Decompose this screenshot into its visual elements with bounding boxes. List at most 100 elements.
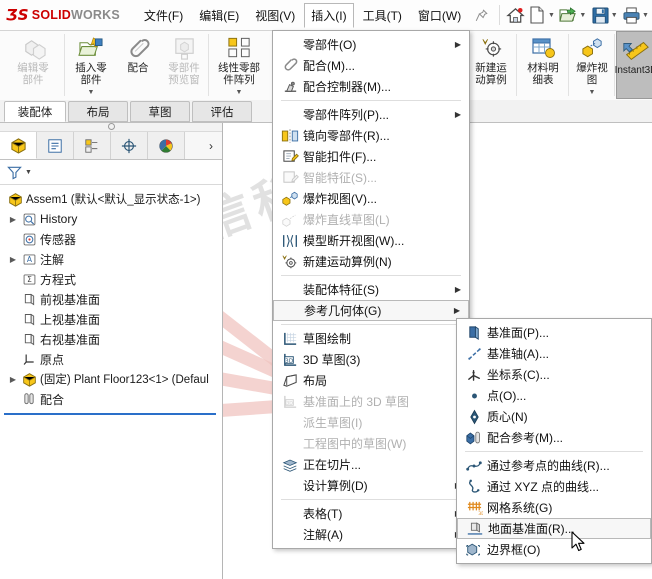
mate-icon <box>277 57 303 74</box>
tree-rollback-bar[interactable] <box>4 413 216 415</box>
menu-item-component-pattern[interactable]: 零部件阵列(P)... ▶ <box>273 104 469 125</box>
ribbon-new-motion-study-button[interactable]: 新建运 动算例 <box>466 30 516 100</box>
submenu-item-ground-plane[interactable]: 地面基准面(R)... <box>457 518 651 539</box>
menu-item-model-break-view[interactable]: 模型断开视图(W)... <box>273 230 469 251</box>
print-caret-icon[interactable]: ▼ <box>642 12 649 19</box>
tab-evaluate[interactable]: 评估 <box>192 101 252 122</box>
panel-tab-feature-tree[interactable] <box>0 132 37 159</box>
tree-item-plant-floor-component[interactable]: ▶ (固定) Plant Floor123<1> (Defaul <box>0 369 222 389</box>
ribbon-linear-pattern-button[interactable]: 线性零部 件阵列 ▼ <box>210 30 268 100</box>
ribbon-bill-of-materials-button[interactable]: 材料明 细表 <box>518 30 568 100</box>
panel-tab-configuration[interactable] <box>74 132 111 159</box>
tree-item-history-label: History <box>40 212 78 226</box>
submenu-item-point[interactable]: 点(O)... <box>457 385 651 406</box>
feature-tree: Assem1 (默认<默认_显示状态-1>) ▶ History 传感器 ▶ A… <box>0 185 222 415</box>
submenu-item-mate-reference[interactable]: 配合参考(M)... <box>457 427 651 448</box>
grid-system-icon: 3D <box>461 500 487 516</box>
submenu-item-center-of-mass[interactable]: 质心(N) <box>457 406 651 427</box>
ribbon-instant3d-button[interactable]: Instant3D <box>615 31 652 99</box>
menu-file[interactable]: 文件(F) <box>137 3 190 28</box>
tab-assembly[interactable]: 装配体 <box>4 101 66 122</box>
tree-item-front-plane[interactable]: 前视基准面 <box>0 289 222 309</box>
explode-line-icon <box>277 212 303 228</box>
ribbon-component-preview-button[interactable]: 零部件 预览窗 <box>160 30 208 100</box>
pin-icon[interactable] <box>469 8 494 22</box>
edit-component-icon <box>20 34 47 62</box>
menu-item-new-motion-study-label: 新建运动算例(N) <box>303 255 392 269</box>
panel-splitter-handle[interactable] <box>0 122 222 132</box>
new-document-caret-icon[interactable]: ▼ <box>548 12 555 19</box>
submenu-item-bounding-box[interactable]: 边界框(O) <box>457 539 651 560</box>
panel-tab-property-manager[interactable] <box>37 132 74 159</box>
menu-item-mirror-components-label: 镜向零部件(R)... <box>303 129 390 143</box>
exploded-view-dropdown-icon[interactable]: ▼ <box>589 87 596 99</box>
ribbon-exploded-view-button[interactable]: 爆炸视 图 ▼ <box>570 30 614 100</box>
menu-tools[interactable]: 工具(T) <box>356 3 409 28</box>
tab-layout[interactable]: 布局 <box>68 101 128 122</box>
menu-insert[interactable]: 插入(I) <box>304 2 354 28</box>
ribbon-mate-button[interactable]: 配合 <box>118 30 158 100</box>
menu-item-slicing[interactable]: 正在切片... <box>273 454 469 475</box>
linear-pattern-dropdown-icon[interactable]: ▼ <box>236 87 243 99</box>
tree-item-history[interactable]: ▶ History <box>0 209 222 229</box>
menu-item-mate[interactable]: 配合(M)... <box>273 55 469 76</box>
panel-tab-appearances[interactable] <box>148 132 185 159</box>
expand-arrow-icon[interactable]: ▶ <box>6 255 20 264</box>
new-document-icon[interactable] <box>527 4 548 26</box>
tree-item-sensors-label: 传感器 <box>40 232 77 247</box>
submenu-item-datum-plane[interactable]: 基准面(P)... <box>457 322 651 343</box>
insert-dropdown-menu: 零部件(O) ▶ 配合(M)... 配合控制器(M)... 零部件阵列(P)..… <box>272 30 470 549</box>
submenu-item-curve-through-xyz-points[interactable]: 通过 XYZ 点的曲线... <box>457 476 651 497</box>
menu-view[interactable]: 视图(V) <box>248 3 302 28</box>
menu-item-tables[interactable]: 表格(T) ▶ <box>273 503 469 524</box>
menu-item-annotations[interactable]: 注解(A) ▶ <box>273 524 469 545</box>
tree-item-mates-folder[interactable]: 配合 <box>0 389 222 409</box>
menu-item-3d-sketch[interactable]: 3D 3D 草图(3) <box>273 349 469 370</box>
feature-tree-filter-bar[interactable]: ▼ <box>0 160 222 185</box>
tree-item-equations[interactable]: Σ 方程式 <box>0 269 222 289</box>
menu-item-design-study[interactable]: 设计算例(D) ▶ <box>273 475 469 496</box>
menu-item-derived-sketch-label: 派生草图(I) <box>303 416 363 430</box>
menu-item-component[interactable]: 零部件(O) ▶ <box>273 34 469 55</box>
menu-item-sketch[interactable]: 草图绘制 <box>273 328 469 349</box>
tree-item-origin[interactable]: 原点 <box>0 349 222 369</box>
expand-arrow-icon[interactable]: ▶ <box>6 215 20 224</box>
menu-item-layout[interactable]: 布局 <box>273 370 469 391</box>
tree-item-top-plane-label: 上视基准面 <box>40 312 101 327</box>
menu-item-assembly-feature[interactable]: 装配体特征(S) ▶ <box>273 279 469 300</box>
panel-tab-dimxpert[interactable] <box>111 132 148 159</box>
tree-item-sensors[interactable]: 传感器 <box>0 229 222 249</box>
submenu-item-coordinate-system[interactable]: 坐标系(C)... <box>457 364 651 385</box>
insert-component-dropdown-icon[interactable]: ▼ <box>88 87 95 99</box>
tree-item-right-plane[interactable]: 右视基准面 <box>0 329 222 349</box>
submenu-item-datum-axis[interactable]: 基准轴(A)... <box>457 343 651 364</box>
submenu-item-curve-through-reference-points[interactable]: 通过参考点的曲线(R)... <box>457 455 651 476</box>
ribbon-insert-component-button[interactable]: 插入零 部件 ▼ <box>66 30 116 100</box>
open-folder-icon[interactable] <box>558 4 579 26</box>
menu-window[interactable]: 窗口(W) <box>411 3 468 28</box>
tab-evaluate-label: 评估 <box>210 106 234 119</box>
print-icon[interactable] <box>621 4 642 26</box>
tree-item-annotations[interactable]: ▶ A 注解 <box>0 249 222 269</box>
open-folder-caret-icon[interactable]: ▼ <box>579 12 586 19</box>
expand-arrow-icon[interactable]: ▶ <box>6 375 20 384</box>
home-icon[interactable] <box>505 4 526 26</box>
menu-item-exploded-view[interactable]: 爆炸视图(V)... <box>273 188 469 209</box>
submenu-item-grid-system[interactable]: 3D 网格系统(G) <box>457 497 651 518</box>
svg-text:A: A <box>26 255 32 264</box>
ribbon-edit-component-button[interactable]: 编辑零 部件 <box>4 30 62 100</box>
panel-tabs-more-chevron-right-icon[interactable]: › <box>200 132 222 159</box>
menu-item-new-motion-study[interactable]: 新建运动算例(N) <box>273 251 469 272</box>
caret-down-icon[interactable]: ▼ <box>25 169 32 176</box>
tree-item-top-plane[interactable]: 上视基准面 <box>0 309 222 329</box>
menu-item-mirror-components[interactable]: 镜向零部件(R)... <box>273 125 469 146</box>
save-icon[interactable] <box>589 4 610 26</box>
menu-edit[interactable]: 编辑(E) <box>192 3 246 28</box>
submenu-arrow-icon: ▶ <box>454 285 462 294</box>
tab-sketch[interactable]: 草图 <box>130 101 190 122</box>
tree-item-assembly-root[interactable]: Assem1 (默认<默认_显示状态-1>) <box>0 189 222 209</box>
menu-item-smart-fastener[interactable]: 智能扣件(F)... <box>273 146 469 167</box>
menu-item-mate-controller[interactable]: 配合控制器(M)... <box>273 76 469 97</box>
menu-item-reference-geometry[interactable]: 参考几何体(G) ▶ <box>273 300 469 321</box>
save-caret-icon[interactable]: ▼ <box>611 12 618 19</box>
